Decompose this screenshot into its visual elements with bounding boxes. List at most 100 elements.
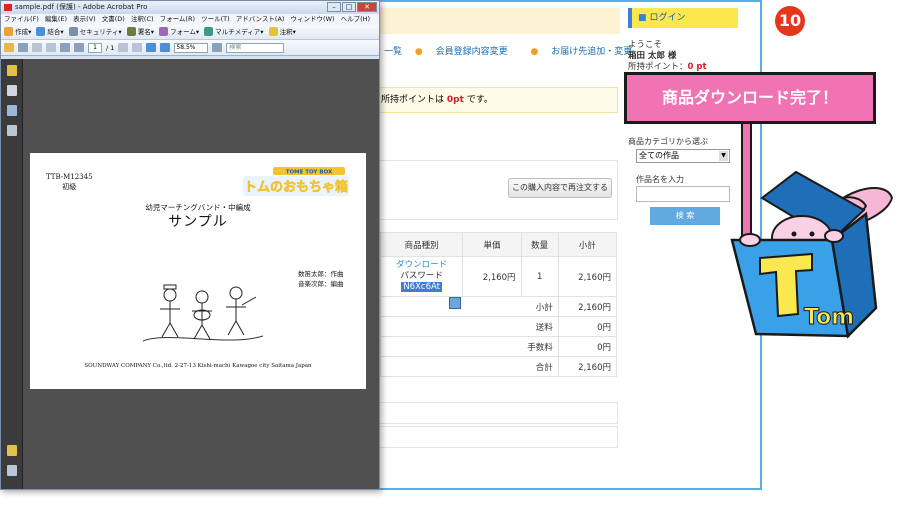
summary-value: 2,160円 <box>557 296 618 317</box>
open-folder-icon[interactable] <box>4 43 14 52</box>
next-page-icon[interactable] <box>74 43 84 52</box>
search-input[interactable]: 検索 <box>226 42 285 53</box>
maximize-icon[interactable]: □ <box>342 2 356 12</box>
sidebar: ■ ログイン ようこそ 箱田 太郎 様 所持ポイント：0 pt 商品カテゴリから選… <box>628 8 738 225</box>
step-number-badge: 10 <box>775 6 805 36</box>
table-row: ダウンロード パスワード N6Xc6At 2,160円 1 2,160円 <box>379 256 618 297</box>
summary-row: 送料 0円 <box>380 316 618 337</box>
print-icon[interactable] <box>18 43 28 52</box>
mascot-letters: Tom <box>804 305 854 330</box>
navigation-pane <box>1 59 23 489</box>
summary-label: 小計 <box>380 296 559 317</box>
score-code: TTB-M12345 <box>46 173 93 181</box>
column-header: 単価 <box>462 232 522 257</box>
quantity-cell: 1 <box>520 256 559 297</box>
welcome-block: ようこそ 箱田 太郎 様 所持ポイント：0 pt <box>628 40 738 73</box>
menu-edit[interactable]: 編集(E) <box>45 15 67 23</box>
score-code-block: TTB-M12345 初級 <box>46 172 93 192</box>
summary-row: 小計 2,160円 <box>380 296 618 317</box>
save-icon[interactable] <box>32 43 42 52</box>
create-button[interactable]: 作成▾ <box>4 25 31 39</box>
previous-page-icon[interactable] <box>60 43 70 52</box>
order-table: 商品種別 単価 数量 小計 ダウンロード パスワード N6Xc6At 2,160… <box>379 232 618 377</box>
column-header: 数量 <box>520 232 559 257</box>
password-value[interactable]: N6Xc6At <box>401 282 442 292</box>
menu-comments[interactable]: 注釈(C) <box>131 15 154 23</box>
forms-button[interactable]: フォーム▾ <box>159 25 199 39</box>
unit-price-cell: 2,160円 <box>462 256 522 297</box>
sign-icon <box>126 27 136 36</box>
svg-text:TOME TOY BOX: TOME TOY BOX <box>286 170 333 176</box>
nav-link-member-edit[interactable]: 会員登録内容変更 <box>436 47 508 57</box>
multimedia-icon <box>204 27 214 36</box>
nav-link-delivery-edit[interactable]: お届け先追加・変更 <box>551 47 632 57</box>
window-titlebar[interactable]: sample.pdf (保護) - Adobe Acrobat Pro – □ … <box>1 1 379 14</box>
summary-row: 合計 2,160円 <box>380 356 618 377</box>
publisher-line: SOUNDWAY COMPANY Co.,ltd. 2-27-13 Kishi-… <box>84 363 312 369</box>
zoom-level[interactable]: 58.5% <box>174 42 209 53</box>
bullet-icon: ● <box>530 47 539 57</box>
login-header[interactable]: ■ ログイン <box>628 8 738 28</box>
nav-link-list[interactable]: 一覧 <box>384 47 402 57</box>
menu-help[interactable]: ヘルプ(H) <box>341 15 370 23</box>
category-selected-value: 全ての作品 <box>639 151 679 160</box>
fit-page-icon[interactable] <box>212 43 223 52</box>
close-icon[interactable]: ✕ <box>357 2 377 12</box>
user-name: 箱田 太郎 様 <box>628 51 677 61</box>
reorder-button[interactable]: この購入内容で再注文する <box>508 178 612 198</box>
lower-panel <box>374 426 618 448</box>
svg-text:トムのおもちゃ箱: トムのおもちゃ箱 <box>244 179 348 195</box>
points-notice: 所持ポイントは 0pt です。 <box>374 87 618 113</box>
comment-icon <box>268 27 278 36</box>
combine-button[interactable]: 結合▾ <box>36 25 64 39</box>
points-label: 所持ポイント： <box>628 62 688 72</box>
summary-value: 0円 <box>557 336 618 357</box>
security-button[interactable]: セキュリティ▾ <box>68 25 122 39</box>
menu-tools[interactable]: ツール(T) <box>201 15 230 23</box>
lock-icon: ■ <box>638 13 647 23</box>
menu-window[interactable]: ウィンドウ(W) <box>291 15 335 23</box>
pages-icon[interactable] <box>7 85 17 96</box>
comment-button[interactable]: 注釈▾ <box>268 25 296 39</box>
table-header-row: 商品種別 単価 数量 小計 <box>379 232 618 257</box>
security-icon <box>68 27 78 36</box>
menu-advanced[interactable]: アドバンスト(A) <box>236 15 285 23</box>
column-header: 小計 <box>557 232 618 257</box>
mypage-nav: 一覧 ● 会員登録内容変更 ● お届け先追加・変更 <box>384 44 652 57</box>
menu-file[interactable]: ファイル(F) <box>4 15 39 23</box>
hand-tool-icon[interactable] <box>132 43 143 52</box>
window-controls: – □ ✕ <box>327 2 377 12</box>
comments-icon[interactable] <box>7 445 17 456</box>
summary-value: 2,160円 <box>557 356 618 377</box>
bookmarks-icon[interactable] <box>7 105 17 116</box>
minimize-icon[interactable]: – <box>327 2 341 12</box>
create-icon <box>4 27 13 36</box>
menu-view[interactable]: 表示(V) <box>73 15 96 23</box>
search-button[interactable]: 検 索 <box>650 207 720 225</box>
attachments-icon[interactable] <box>7 465 17 476</box>
select-tool-icon[interactable] <box>118 43 129 52</box>
zoom-out-icon[interactable] <box>146 43 157 52</box>
lock-icon[interactable] <box>7 65 17 76</box>
combine-icon <box>36 27 46 36</box>
pdf-page: TTB-M12345 初級 TOME TOY BOX トムのおもちゃ箱 幼児マー… <box>30 153 366 389</box>
category-label: 商品カテゴリから選ぶ <box>628 137 708 146</box>
signatures-icon[interactable] <box>7 125 17 136</box>
points-notice-prefix: 所持ポイントは <box>381 95 445 105</box>
forms-icon <box>159 27 168 36</box>
multimedia-button[interactable]: マルチメディア▾ <box>204 25 264 39</box>
menu-forms[interactable]: フォーム(R) <box>160 15 195 23</box>
points-notice-value: 0pt <box>446 95 464 105</box>
page-number-input[interactable]: 1 <box>88 42 102 53</box>
login-title: ログイン <box>649 13 686 23</box>
sign-button[interactable]: 署名▾ <box>126 25 154 39</box>
completion-callout: 商品ダウンロード完了！ <box>624 72 876 124</box>
email-icon[interactable] <box>46 43 56 52</box>
download-link[interactable]: ダウンロード <box>386 260 457 271</box>
copy-icon[interactable] <box>449 297 461 309</box>
summary-value: 0円 <box>557 316 618 337</box>
menu-document[interactable]: 文書(D) <box>102 15 125 23</box>
zoom-in-icon[interactable] <box>160 43 171 52</box>
welcome-text: ようこそ <box>628 40 663 50</box>
window-title: sample.pdf (保護) - Adobe Acrobat Pro <box>15 3 148 11</box>
